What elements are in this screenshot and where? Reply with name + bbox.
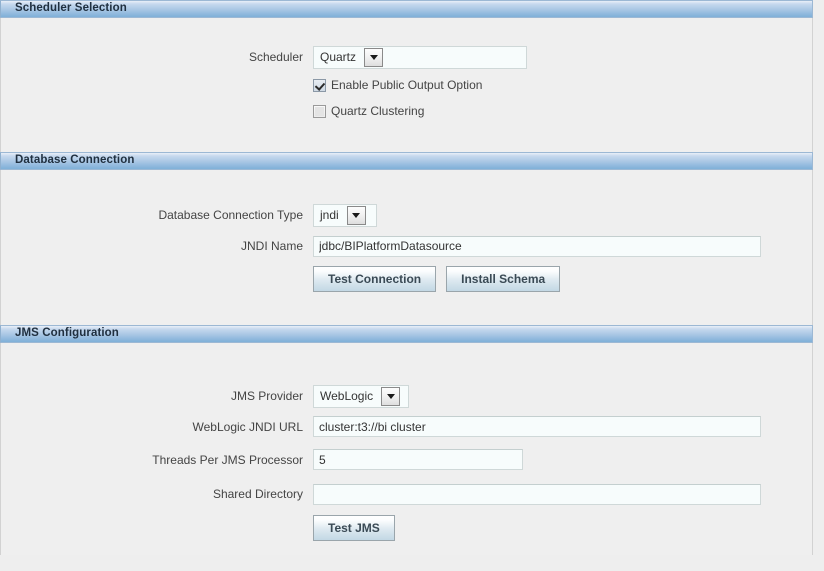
weblogic-jndi-url-input[interactable] — [313, 416, 761, 437]
row-weblogic-jndi-url: WebLogic JNDI URL — [1, 409, 812, 444]
section-jms-configuration: JMS Configuration JMS Provider WebLogic … — [0, 325, 813, 555]
label-shared-directory: Shared Directory — [212, 487, 303, 501]
arrow-down-glyph — [352, 212, 361, 218]
row-jms-provider: JMS Provider WebLogic — [1, 383, 812, 409]
control-weblogic-jndi-url — [313, 416, 761, 437]
jms-provider-select[interactable]: WebLogic — [313, 384, 409, 408]
label-weblogic-jndi-url: WebLogic JNDI URL — [192, 419, 303, 434]
section-header-scheduler: Scheduler Selection — [0, 0, 813, 18]
section-body-scheduler: Scheduler Quartz Enable Public Output Op… — [0, 18, 813, 152]
control-jms-buttons: Test JMS — [313, 515, 395, 541]
section-header-database: Database Connection — [0, 152, 813, 170]
row-scheduler: Scheduler Quartz — [1, 44, 812, 70]
section-header-jms: JMS Configuration — [0, 325, 813, 343]
section-title-scheduler: Scheduler Selection — [15, 2, 127, 15]
row-jndi-name: JNDI Name — [1, 228, 812, 264]
row-jms-buttons: Test JMS — [1, 513, 812, 543]
enable-public-output-checkbox-row[interactable]: Enable Public Output Option — [313, 74, 482, 96]
label-jndi-name: JNDI Name — [240, 239, 303, 253]
test-connection-button[interactable]: Test Connection — [313, 266, 437, 292]
scheduler-configuration-page: Scheduler Selection Scheduler Quartz Ena… — [0, 0, 824, 571]
database-button-row: Test Connection Install Schema — [313, 266, 561, 292]
quartz-clustering-label: Quartz Clustering — [331, 104, 425, 118]
row-enable-public-output: Enable Public Output Option — [1, 70, 812, 100]
jms-provider-value: WebLogic — [320, 389, 374, 403]
test-jms-button[interactable]: Test JMS — [313, 515, 395, 541]
row-database-buttons: Test Connection Install Schema — [1, 264, 812, 294]
label-scheduler: Scheduler — [248, 50, 303, 64]
install-schema-button[interactable]: Install Schema — [446, 266, 561, 292]
control-enable-public-output: Enable Public Output Option — [313, 74, 482, 96]
row-threads-per-jms-processor: Threads Per JMS Processor — [1, 444, 812, 475]
section-body-jms: JMS Provider WebLogic WebLogic JNDI URL — [0, 343, 813, 555]
arrow-down-glyph — [369, 54, 378, 60]
chevron-down-icon[interactable] — [346, 205, 366, 225]
enable-public-output-label: Enable Public Output Option — [331, 78, 483, 92]
label-database-connection-type: Database Connection Type — [158, 208, 303, 222]
section-title-jms: JMS Configuration — [15, 327, 119, 340]
label-threads-per-jms-processor: Threads Per JMS Processor — [152, 452, 303, 467]
control-scheduler: Quartz — [313, 45, 527, 69]
row-database-connection-type: Database Connection Type jndi — [1, 202, 812, 228]
database-connection-type-select[interactable]: jndi — [313, 203, 377, 227]
threads-per-jms-processor-input[interactable] — [313, 449, 523, 470]
section-scheduler-selection: Scheduler Selection Scheduler Quartz Ena… — [0, 0, 813, 152]
jms-button-row: Test JMS — [313, 515, 395, 541]
control-database-buttons: Test Connection Install Schema — [313, 266, 561, 292]
control-threads-per-jms-processor — [313, 449, 523, 470]
scheduler-select-value: Quartz — [320, 50, 357, 64]
quartz-clustering-checkbox-row[interactable]: Quartz Clustering — [313, 100, 424, 122]
checkbox-unchecked-icon[interactable] — [313, 104, 326, 118]
control-jms-provider: WebLogic — [313, 384, 409, 408]
chevron-down-icon[interactable] — [364, 47, 384, 67]
section-database-connection: Database Connection Database Connection … — [0, 152, 813, 325]
section-body-database: Database Connection Type jndi JNDI Name — [0, 170, 813, 325]
row-shared-directory: Shared Directory — [1, 475, 812, 513]
jndi-name-input[interactable] — [313, 235, 761, 257]
checkbox-checked-icon[interactable] — [313, 78, 326, 92]
control-shared-directory — [313, 483, 761, 505]
control-jndi-name — [313, 235, 761, 257]
scheduler-select[interactable]: Quartz — [313, 45, 527, 69]
shared-directory-input[interactable] — [313, 483, 761, 505]
control-quartz-clustering: Quartz Clustering — [313, 100, 424, 122]
database-connection-type-value: jndi — [320, 208, 339, 222]
row-quartz-clustering: Quartz Clustering — [1, 100, 812, 122]
chevron-down-icon[interactable] — [381, 386, 401, 406]
arrow-down-glyph — [386, 393, 395, 399]
section-title-database: Database Connection — [15, 154, 135, 167]
label-jms-provider: JMS Provider — [230, 389, 303, 403]
control-database-connection-type: jndi — [313, 203, 377, 227]
